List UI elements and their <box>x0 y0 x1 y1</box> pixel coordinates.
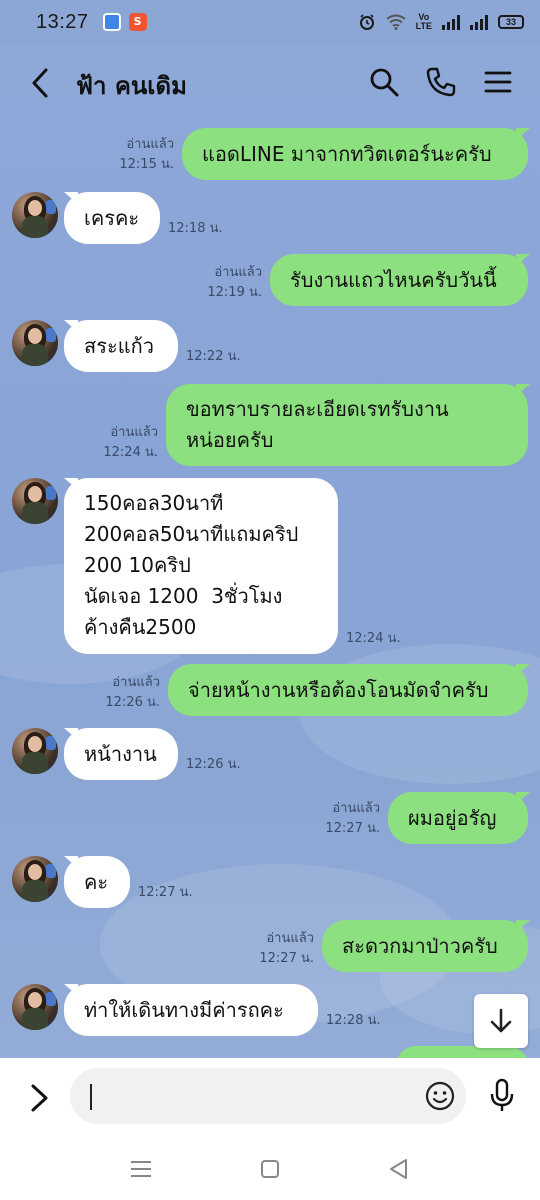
contact-avatar[interactable] <box>12 984 58 1030</box>
message-bubble-outgoing[interactable]: ขอทราบรายละเอียดเรทรับงาน หน่อยครับ <box>166 384 528 466</box>
chat-area[interactable]: ฟ้า คนเดิม แอดLINE มาจากทวิตเตอร์นะครับ … <box>0 44 540 1058</box>
status-bar: 13:27 S Vo LTE 33 <box>0 0 540 44</box>
bubble-tail <box>516 384 530 396</box>
read-receipt: อ่านแล้ว <box>214 265 262 280</box>
notification-shop-icon: S <box>128 13 147 31</box>
message-bubble-incoming[interactable]: เครคะ <box>64 192 160 244</box>
battery-icon: 33 <box>498 15 524 29</box>
contact-avatar[interactable] <box>12 856 58 902</box>
search-icon[interactable] <box>368 66 400 98</box>
message-bubble-outgoing[interactable]: รับงานแถวไหนครับวันนี้ <box>270 254 528 306</box>
text-caret <box>90 1084 92 1110</box>
emoji-icon[interactable] <box>424 1080 456 1112</box>
bubble-tail <box>64 478 78 490</box>
message-bubble-outgoing[interactable]: แอดLINE มาจากทวิตเตอร์นะครับ <box>182 128 528 180</box>
message-input-bar <box>0 1058 540 1138</box>
chevron-right-icon[interactable] <box>28 1080 52 1116</box>
message-time: 12:24 น. <box>103 445 158 460</box>
bubble-tail <box>516 664 530 676</box>
message-time: 12:27 น. <box>259 951 314 966</box>
wifi-icon <box>386 14 406 30</box>
bubble-tail <box>516 254 530 266</box>
message-time: 12:15 น. <box>119 157 174 172</box>
contact-avatar[interactable] <box>12 320 58 366</box>
phone-icon[interactable] <box>425 66 457 98</box>
volte-indicator: Vo LTE <box>415 12 432 31</box>
contact-avatar[interactable] <box>12 478 58 524</box>
contact-name[interactable]: ฟ้า คนเดิม <box>76 66 187 105</box>
bubble-tail <box>64 728 78 740</box>
bubble-tail <box>516 792 530 804</box>
bubble-tail <box>516 920 530 932</box>
bubble-tail <box>64 192 78 204</box>
message-time: 12:22 น. <box>186 349 241 364</box>
back-icon[interactable] <box>26 66 56 100</box>
message-bubble-outgoing[interactable]: สะดวกมาป่าวครับ <box>322 920 528 972</box>
bubble-tail <box>64 984 78 996</box>
bubble-tail <box>64 856 78 868</box>
message-time: 12:28 น. <box>326 1013 381 1028</box>
message-bubble-incoming[interactable]: สระแก้ว <box>64 320 178 372</box>
alarm-icon <box>359 14 374 30</box>
read-receipt: อ่านแล้ว <box>126 137 174 152</box>
scroll-to-bottom-button[interactable] <box>474 994 528 1048</box>
status-time: 13:27 <box>36 10 89 33</box>
signal-1-icon <box>442 14 460 30</box>
read-receipt: อ่านแล้ว <box>110 425 158 440</box>
message-input-container[interactable] <box>70 1068 466 1124</box>
message-time: 12:27 น. <box>138 885 193 900</box>
message-bubble-outgoing[interactable]: ผมอยู่อรัญ <box>388 792 528 844</box>
signal-2-icon <box>470 14 488 30</box>
contact-avatar[interactable] <box>12 728 58 774</box>
message-bubble-incoming[interactable]: 150คอล30นาที 200คอล50นาทีแถมคริป 200 10ค… <box>64 478 338 654</box>
message-bubble-incoming[interactable]: หน้างาน <box>64 728 178 780</box>
message-bubble-outgoing[interactable]: จ่ายหน้างานหรือต้องโอนมัดจำครับ <box>168 664 528 716</box>
contact-avatar[interactable] <box>12 192 58 238</box>
menu-icon[interactable] <box>482 66 514 98</box>
message-time: 12:27 น. <box>325 821 380 836</box>
message-time: 12:26 น. <box>186 757 241 772</box>
microphone-icon[interactable] <box>488 1078 516 1114</box>
read-receipt: อ่านแล้ว <box>112 675 160 690</box>
message-time: 12:19 น. <box>207 285 262 300</box>
message-time: 12:18 น. <box>168 221 223 236</box>
home-icon[interactable] <box>255 1154 285 1184</box>
back-triangle-icon[interactable] <box>384 1154 414 1184</box>
read-receipt: อ่านแล้ว <box>332 801 380 816</box>
message-time: 12:26 น. <box>105 695 160 710</box>
message-bubble-incoming[interactable]: ท่าให้เดินทางมีค่ารถคะ <box>64 984 318 1036</box>
chat-header: ฟ้า คนเดิม <box>0 44 540 122</box>
bubble-tail <box>64 320 78 332</box>
recent-apps-icon[interactable] <box>126 1154 156 1184</box>
bubble-tail <box>516 128 530 140</box>
arrow-down-icon <box>490 1008 512 1033</box>
message-input[interactable] <box>88 1080 408 1112</box>
system-nav-bar <box>0 1138 540 1200</box>
notification-app-icon <box>102 13 121 31</box>
read-receipt: อ่านแล้ว <box>266 931 314 946</box>
message-time: 12:24 น. <box>346 631 401 646</box>
